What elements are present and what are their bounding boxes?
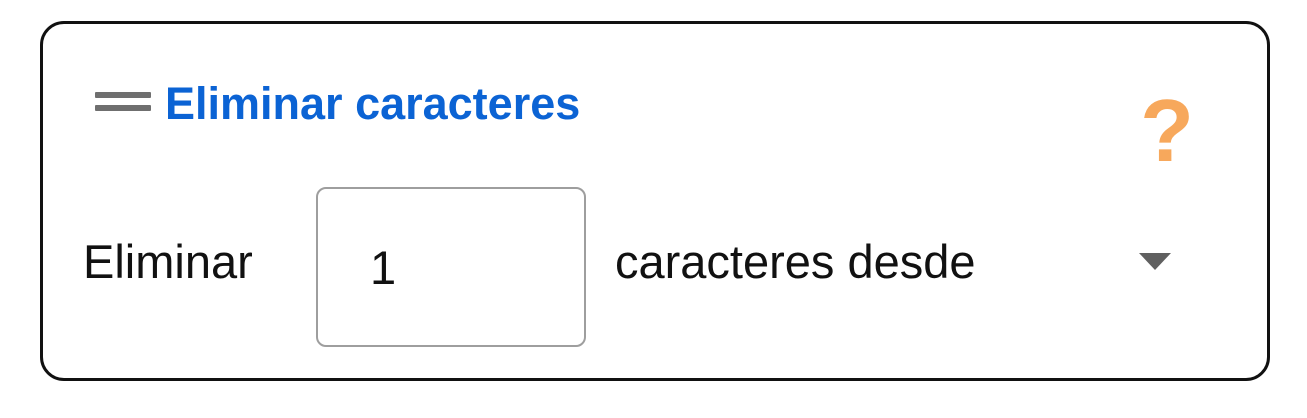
help-icon[interactable]: ?: [1137, 86, 1197, 176]
label-eliminar: Eliminar: [83, 235, 253, 288]
drag-handle-bar-top: [95, 92, 151, 98]
label-caracteres-desde: caracteres desde: [615, 235, 976, 288]
drag-handle-icon[interactable]: [95, 90, 151, 112]
card-title: Eliminar caracteres: [165, 78, 581, 129]
drag-handle-bar-bottom: [95, 105, 151, 111]
chevron-down-icon[interactable]: [1139, 253, 1171, 270]
eliminar-caracteres-card: Eliminar caracteres ? Eliminar caractere…: [40, 21, 1270, 381]
character-count-input[interactable]: [316, 187, 586, 347]
